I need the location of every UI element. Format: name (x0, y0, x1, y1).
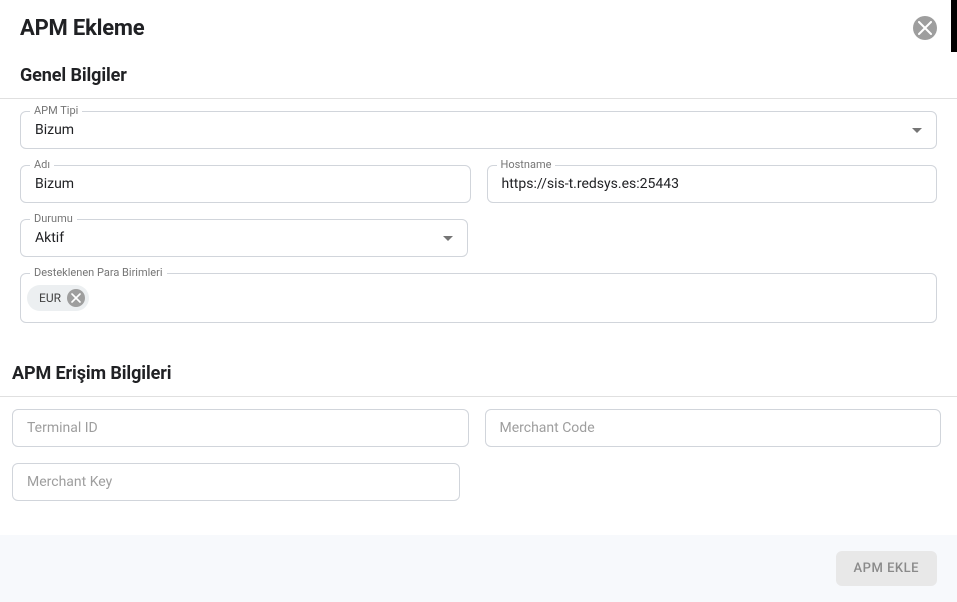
apm-tipi-select[interactable]: Bizum (20, 111, 937, 149)
durumu-value: Aktif (35, 230, 64, 246)
close-icon (918, 21, 932, 35)
apm-ekle-button[interactable]: APM EKLE (836, 551, 937, 586)
currency-chip: EUR (27, 285, 89, 311)
access-form (0, 397, 957, 517)
apm-tipi-label: APM Tipi (30, 104, 82, 117)
dialog-header: APM Ekleme (0, 0, 957, 41)
terminal-id-input[interactable] (12, 409, 469, 447)
durumu-field: Durumu Aktif (20, 219, 468, 257)
apm-ekleme-dialog: APM Ekleme Genel Bilgiler APM Tipi Bizum… (0, 0, 957, 602)
dialog-footer: APM EKLE (0, 535, 957, 602)
terminal-id-field (12, 409, 469, 447)
general-form: APM Tipi Bizum Adı Hostname Durumu A (0, 99, 957, 339)
chip-remove-button[interactable] (67, 289, 85, 307)
currencies-label: Desteklenen Para Birimleri (30, 266, 167, 279)
close-button[interactable] (913, 16, 937, 40)
hostname-field: Hostname (487, 165, 938, 203)
merchant-key-input[interactable] (12, 463, 460, 501)
adi-label: Adı (30, 158, 54, 171)
durumu-select[interactable]: Aktif (20, 219, 468, 257)
chevron-down-icon (443, 236, 453, 241)
apm-tipi-field: APM Tipi Bizum (20, 111, 937, 149)
currency-chip-label: EUR (39, 291, 61, 305)
section-title-general: Genel Bilgiler (0, 41, 957, 98)
chevron-down-icon (912, 128, 922, 133)
currencies-select[interactable]: EUR (20, 273, 937, 323)
hostname-label: Hostname (497, 158, 556, 171)
currencies-field: Desteklenen Para Birimleri EUR (20, 273, 937, 323)
scrollbar[interactable] (951, 0, 957, 52)
apm-tipi-value: Bizum (35, 122, 74, 138)
merchant-key-field (12, 463, 460, 501)
close-icon (71, 293, 81, 303)
adi-field: Adı (20, 165, 471, 203)
durumu-label: Durumu (30, 212, 77, 225)
section-title-access: APM Erişim Bilgileri (0, 339, 957, 396)
merchant-code-input[interactable] (485, 409, 942, 447)
dialog-title: APM Ekleme (20, 16, 144, 41)
merchant-code-field (485, 409, 942, 447)
adi-input[interactable] (20, 165, 471, 203)
